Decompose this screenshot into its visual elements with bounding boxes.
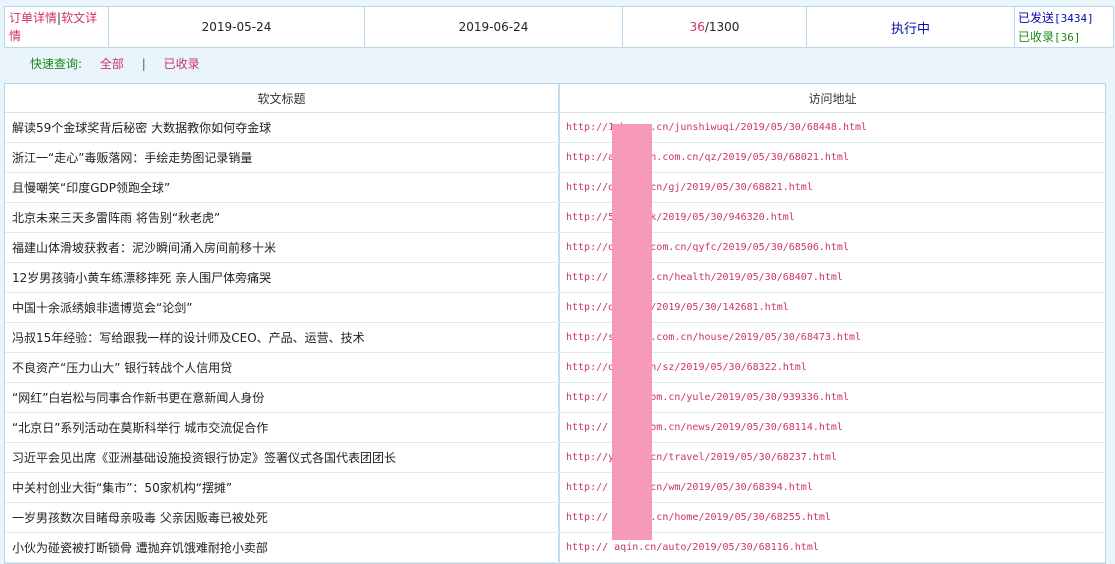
table-row: “网红”白岩松与同事合作新书更在意新闻人身份 http:// hua3.com.c… xyxy=(5,383,1105,413)
filter-all-link[interactable]: 全部 xyxy=(100,57,124,71)
article-url-link[interactable]: http:// eihong.cn/home/2019/05/30/68255.… xyxy=(566,512,831,523)
article-url-link[interactable]: http:// ngjian.cn/health/2019/05/30/6840… xyxy=(566,272,843,283)
table-row: 且慢嘲笑“印度GDP领跑全球” http://d .com.cn/gj/2019/… xyxy=(5,173,1105,203)
sent-stat: 已发送[3434] xyxy=(1018,11,1094,25)
end-date: 2019-06-24 xyxy=(365,7,623,47)
quick-filter: 快速查询: 全部 | 已收录 xyxy=(30,55,200,73)
table-row: 不良资产“压力山大” 银行转战个人信用贷 http://d lin.cn/sz/2… xyxy=(5,353,1105,383)
article-url-link[interactable]: http:// hua3.com.cn/yule/2019/05/30/9393… xyxy=(566,392,849,403)
article-title: 一岁男孩数次目睹母亲吸毒 父亲因贩毒已被处死 xyxy=(5,503,560,532)
table-row: 习近平会见出席《亚洲基础设施投资银行协定》签署仪式各国代表团团长 http://y… xyxy=(5,443,1105,473)
article-title: 且慢嘲笑“印度GDP领跑全球” xyxy=(5,173,560,202)
article-title: 小伙为碰瓷被打断锁骨 遭抛弃饥饿难耐抢小卖部 xyxy=(5,533,560,562)
table-row: 12岁男孩骑小黄车练漂移摔死 亲人围尸体旁痛哭 http:// ngjian.cn… xyxy=(5,263,1105,293)
progress-count: 36/1300 xyxy=(623,7,807,47)
table-row: 福建山体滑坡获救者：泥沙瞬间涌入房间前移十米 http://d kai9.com.… xyxy=(5,233,1105,263)
table-header: 软文标题 访问地址 xyxy=(5,84,1105,113)
quick-filter-label: 快速查询: xyxy=(30,57,83,71)
article-url-link[interactable]: http:// g.com.cn/wm/2019/05/30/68394.htm… xyxy=(566,482,813,493)
header-url: 访问地址 xyxy=(808,91,857,106)
count-total: /1300 xyxy=(704,20,740,34)
table-row: 中关村创业大街“集市”：50家机构“摆摊” http:// g.com.cn/wm… xyxy=(5,473,1105,503)
article-title: “网红”白岩松与同事合作新书更在意新闻人身份 xyxy=(5,383,560,412)
detail-links-cell: 订单详情|软文详情 xyxy=(5,7,109,47)
table-row: 冯叔15年经验：写给跟我一样的设计师及CEO、产品、运营、技术 http://s … xyxy=(5,323,1105,353)
article-title: 浙江一“走心”毒贩落网：手绘走势图记录销量 xyxy=(5,143,560,172)
order-summary-row: 订单详情|软文详情 2019-05-24 2019-06-24 36/1300 … xyxy=(4,6,1114,48)
article-title: 习近平会见出席《亚洲基础设施投资银行协定》签署仪式各国代表团团长 xyxy=(5,443,560,472)
table-row: 解读59个金球奖背后秘密 大数据教你如何夺金球 http://1 hengq.cn… xyxy=(5,113,1105,143)
count-done: 36 xyxy=(689,20,705,34)
status-text: 执行中 xyxy=(807,7,1015,47)
table-row: 中国十余派绣娘非遗博览会“论剑” http://d n/car/2019/05/3… xyxy=(5,293,1105,323)
article-title: 中关村创业大街“集市”：50家机构“摆摊” xyxy=(5,473,560,502)
filter-separator: | xyxy=(141,57,146,71)
header-title: 软文标题 xyxy=(5,84,560,112)
article-title: 中国十余派绣娘非遗博览会“论剑” xyxy=(5,293,560,322)
table-row: 一岁男孩数次目睹母亲吸毒 父亲因贩毒已被处死 http:// eihong.cn/… xyxy=(5,503,1105,533)
table-row: 北京未来三天多雷阵雨 将告别“秋老虎” http://5 n/zhbk/2019/… xyxy=(5,203,1105,233)
article-url-link[interactable]: http://d .com.cn/gj/2019/05/30/68821.htm… xyxy=(566,182,813,193)
article-title: 冯叔15年经验：写给跟我一样的设计师及CEO、产品、运营、技术 xyxy=(5,323,560,352)
article-title: 12岁男孩骑小黄车练漂移摔死 亲人围尸体旁痛哭 xyxy=(5,263,560,292)
articles-table: 软文标题 访问地址 解读59个金球奖背后秘密 大数据教你如何夺金球 http://… xyxy=(4,83,1106,564)
article-url-link[interactable]: http:// diao.com.cn/news/2019/05/30/6811… xyxy=(566,422,843,433)
article-title: 解读59个金球奖背后秘密 大数据教你如何夺金球 xyxy=(5,113,560,142)
send-stats-cell: 已发送[3434] 已收录[36] xyxy=(1015,7,1113,47)
article-url-link[interactable]: http://d lin.cn/sz/2019/05/30/68322.html xyxy=(566,362,807,373)
article-url-link[interactable]: http://a heiyan.com.cn/qz/2019/05/30/680… xyxy=(566,152,849,163)
article-title: 北京未来三天多雷阵雨 将告别“秋老虎” xyxy=(5,203,560,232)
filter-received-link[interactable]: 已收录 xyxy=(164,57,200,71)
received-stat: 已收录[36] xyxy=(1018,30,1081,44)
redaction-overlay xyxy=(612,124,652,540)
table-row: “北京日”系列活动在莫斯科举行 城市交流促合作 http:// diao.com.… xyxy=(5,413,1105,443)
article-url-link[interactable]: http://d kai9.com.cn/qyfc/2019/05/30/685… xyxy=(566,242,849,253)
article-title: “北京日”系列活动在莫斯科举行 城市交流促合作 xyxy=(5,413,560,442)
table-row: 小伙为碰瓷被打断锁骨 遭抛弃饥饿难耐抢小卖部 http:// aqin.cn/au… xyxy=(5,533,1105,563)
order-detail-link[interactable]: 订单详情 xyxy=(9,11,57,25)
article-url-link[interactable]: http://y chun.cn/travel/2019/05/30/68237… xyxy=(566,452,837,463)
article-url-link[interactable]: http://d n/car/2019/05/30/142681.html xyxy=(566,302,789,313)
table-row: 浙江一“走心”毒贩落网：手绘走势图记录销量 http://a heiyan.com… xyxy=(5,143,1105,173)
article-url-link[interactable]: http://5 n/zhbk/2019/05/30/946320.html xyxy=(566,212,795,223)
article-title: 福建山体滑坡获救者：泥沙瞬间涌入房间前移十米 xyxy=(5,233,560,262)
start-date: 2019-05-24 xyxy=(109,7,365,47)
article-title: 不良资产“压力山大” 银行转战个人信用贷 xyxy=(5,353,560,382)
article-url-link[interactable]: http://s angke.com.cn/house/2019/05/30/6… xyxy=(566,332,861,343)
article-url-link[interactable]: http:// aqin.cn/auto/2019/05/30/68116.ht… xyxy=(566,542,819,553)
